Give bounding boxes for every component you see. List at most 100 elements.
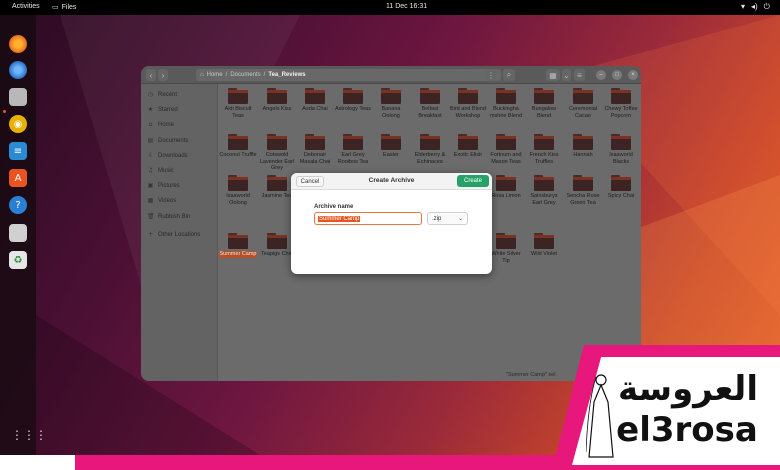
folder-label: Wild Violet	[531, 251, 557, 257]
sidebar-item-label: Home	[158, 121, 175, 128]
close-button[interactable]: ×	[628, 70, 638, 80]
folder-item[interactable]: Elderberry & Echinacea	[411, 134, 449, 165]
minimize-button[interactable]: –	[596, 70, 606, 80]
forward-button[interactable]: ›	[158, 69, 168, 81]
folder-label: Belfast Breakfast	[418, 106, 442, 119]
view-toggle-button[interactable]: ▦	[546, 69, 560, 81]
folder-label: Hannah	[573, 152, 593, 158]
folder-item[interactable]: Spicy Chai	[602, 175, 640, 200]
folder-item[interactable]: Ceremonial Cacao	[564, 88, 602, 119]
folder-item[interactable]: Exotic Elixir	[449, 134, 487, 159]
folder-item[interactable]: Easter	[372, 134, 410, 159]
folder-label: Earl Grey Rooibos Tea	[337, 152, 369, 165]
home-icon: ⌂	[200, 72, 204, 78]
software-icon[interactable]: A	[9, 169, 27, 187]
sidebar-item-label: Downloads	[158, 152, 188, 159]
view-options-button[interactable]: ⌄	[562, 69, 571, 81]
path-menu-button[interactable]: ⋮	[486, 69, 496, 81]
folder-item[interactable]: Asda Chai	[296, 88, 334, 113]
folder-item[interactable]: Rosa Limon	[487, 175, 525, 200]
drive-icon[interactable]	[9, 224, 27, 242]
back-button[interactable]: ‹	[146, 69, 156, 81]
writer-icon[interactable]: ≡	[9, 142, 27, 160]
thunderbird-icon[interactable]	[9, 61, 27, 79]
folder-label: Isaaworld Oolong	[226, 193, 250, 206]
sidebar-item[interactable]: ▣ Pictures	[147, 182, 180, 189]
folder-icon	[305, 88, 325, 104]
sidebar-item[interactable]: ▦ Videos	[147, 197, 177, 204]
sidebar-item[interactable]: ★ Starred	[147, 106, 178, 113]
sidebar-item[interactable]: ◷ Recent	[147, 91, 177, 98]
files-app-icon: ▭	[52, 4, 59, 11]
create-button[interactable]: Create	[457, 175, 489, 187]
sidebar-item-label: Starred	[158, 106, 178, 113]
chevron-left-icon: ‹	[149, 70, 153, 80]
folder-item[interactable]: Debonair Masala Chai	[296, 134, 334, 165]
activities-button[interactable]: Activities	[12, 3, 40, 10]
files-icon[interactable]	[9, 88, 27, 106]
folder-item[interactable]: Bungalow Blend	[525, 88, 563, 119]
folder-item[interactable]: Isaaworld Oolong	[219, 175, 257, 206]
folder-label: Chewy Toffee Popcorn	[604, 106, 638, 119]
sidebar-item-label: Pictures	[158, 182, 180, 189]
folder-label: Summer Camp	[219, 251, 257, 258]
path-home[interactable]: Home	[207, 72, 223, 78]
folder-item[interactable]: French Kiss Truffles	[525, 134, 563, 165]
folder-label: White Silver Tip	[491, 251, 521, 264]
folder-icon	[228, 175, 248, 191]
folder-item[interactable]: Chewy Toffee Popcorn	[602, 88, 640, 119]
sidebar-item[interactable]: 🗑 Rubbish Bin	[147, 213, 190, 220]
system-tray[interactable]: ▾ ◂) ⏻	[741, 2, 770, 12]
folder-icon	[381, 134, 401, 150]
folder-label: Asda Chai	[302, 106, 328, 112]
folder-item[interactable]: Earl Grey Rooibos Tea	[334, 134, 372, 165]
search-button[interactable]: ⌕	[503, 69, 515, 81]
sidebar-item[interactable]: ♫ Music	[147, 167, 174, 174]
folder-item[interactable]: Wild Violet	[525, 233, 563, 258]
clock[interactable]: 11 Dec 16:31	[386, 3, 427, 10]
folder-label: Rosa Limon	[491, 193, 521, 199]
folder-item[interactable]: White Silver Tip	[487, 233, 525, 264]
firefox-icon[interactable]	[9, 35, 27, 53]
sidebar-item-label: Recent	[158, 91, 178, 98]
folder-icon	[534, 175, 554, 191]
folder-item[interactable]: Bird and Blend Workshop	[449, 88, 487, 119]
sidebar-item[interactable]: ⇩ Downloads	[147, 152, 188, 159]
folder-item[interactable]: Coconut Truffle	[219, 134, 257, 159]
folder-label: Coconut Truffle	[219, 152, 257, 158]
trash-icon[interactable]: ♻	[9, 251, 27, 269]
folder-item[interactable]: Astrology Teas	[334, 88, 372, 113]
format-value: .zip	[432, 215, 442, 222]
path-bar[interactable]: ⌂ Home / Documents / Tea_Reviews	[196, 69, 501, 81]
folder-item[interactable]: Sencha Rose Green Tea	[564, 175, 602, 206]
folder-item[interactable]: Sainsburys Earl Grey	[525, 175, 563, 206]
folder-label: Easter	[383, 152, 399, 158]
folder-item[interactable]: Buckingha mshire Blend	[487, 88, 525, 119]
folder-item[interactable]: Banana Oolong	[372, 88, 410, 119]
sidebar-item[interactable]: ⌂ Home	[147, 121, 174, 128]
sidebar-item[interactable]: + Other Locations	[147, 231, 200, 238]
folder-item[interactable]: Fortnum and Mason Teas	[487, 134, 525, 165]
archive-name-input[interactable]: Summer Camp	[314, 212, 422, 225]
folder-item[interactable]: Cotswold Lavender Earl Grey	[258, 134, 296, 172]
maximize-button[interactable]: □	[612, 70, 622, 80]
folder-item[interactable]: Isaaworld Blacks	[602, 134, 640, 165]
folder-icon	[611, 134, 631, 150]
app-menu[interactable]: ▭ Files	[52, 3, 76, 12]
apps-grid-icon[interactable]: ⋮⋮⋮	[11, 428, 47, 442]
format-select[interactable]: .zip ⌄	[427, 212, 468, 225]
watermark-arabic-text: العروسة	[618, 369, 758, 409]
sidebar-item[interactable]: ▤ Documents	[147, 137, 189, 144]
hamburger-icon: ≡	[577, 70, 582, 80]
folder-item[interactable]: Summer Camp	[219, 233, 257, 258]
folder-item[interactable]: Angels Kiss	[258, 88, 296, 113]
help-icon[interactable]: ?	[9, 196, 27, 214]
path-documents[interactable]: Documents	[230, 72, 260, 78]
main-menu-button[interactable]: ≡	[574, 69, 585, 81]
rhythmbox-icon[interactable]: ◉	[9, 115, 27, 133]
path-current[interactable]: Tea_Reviews	[268, 72, 305, 78]
folder-icon	[267, 233, 287, 249]
folder-item[interactable]: Hannah	[564, 134, 602, 159]
folder-item[interactable]: Belfast Breakfast	[411, 88, 449, 119]
folder-item[interactable]: Aldi Biscuit Teas	[219, 88, 257, 119]
